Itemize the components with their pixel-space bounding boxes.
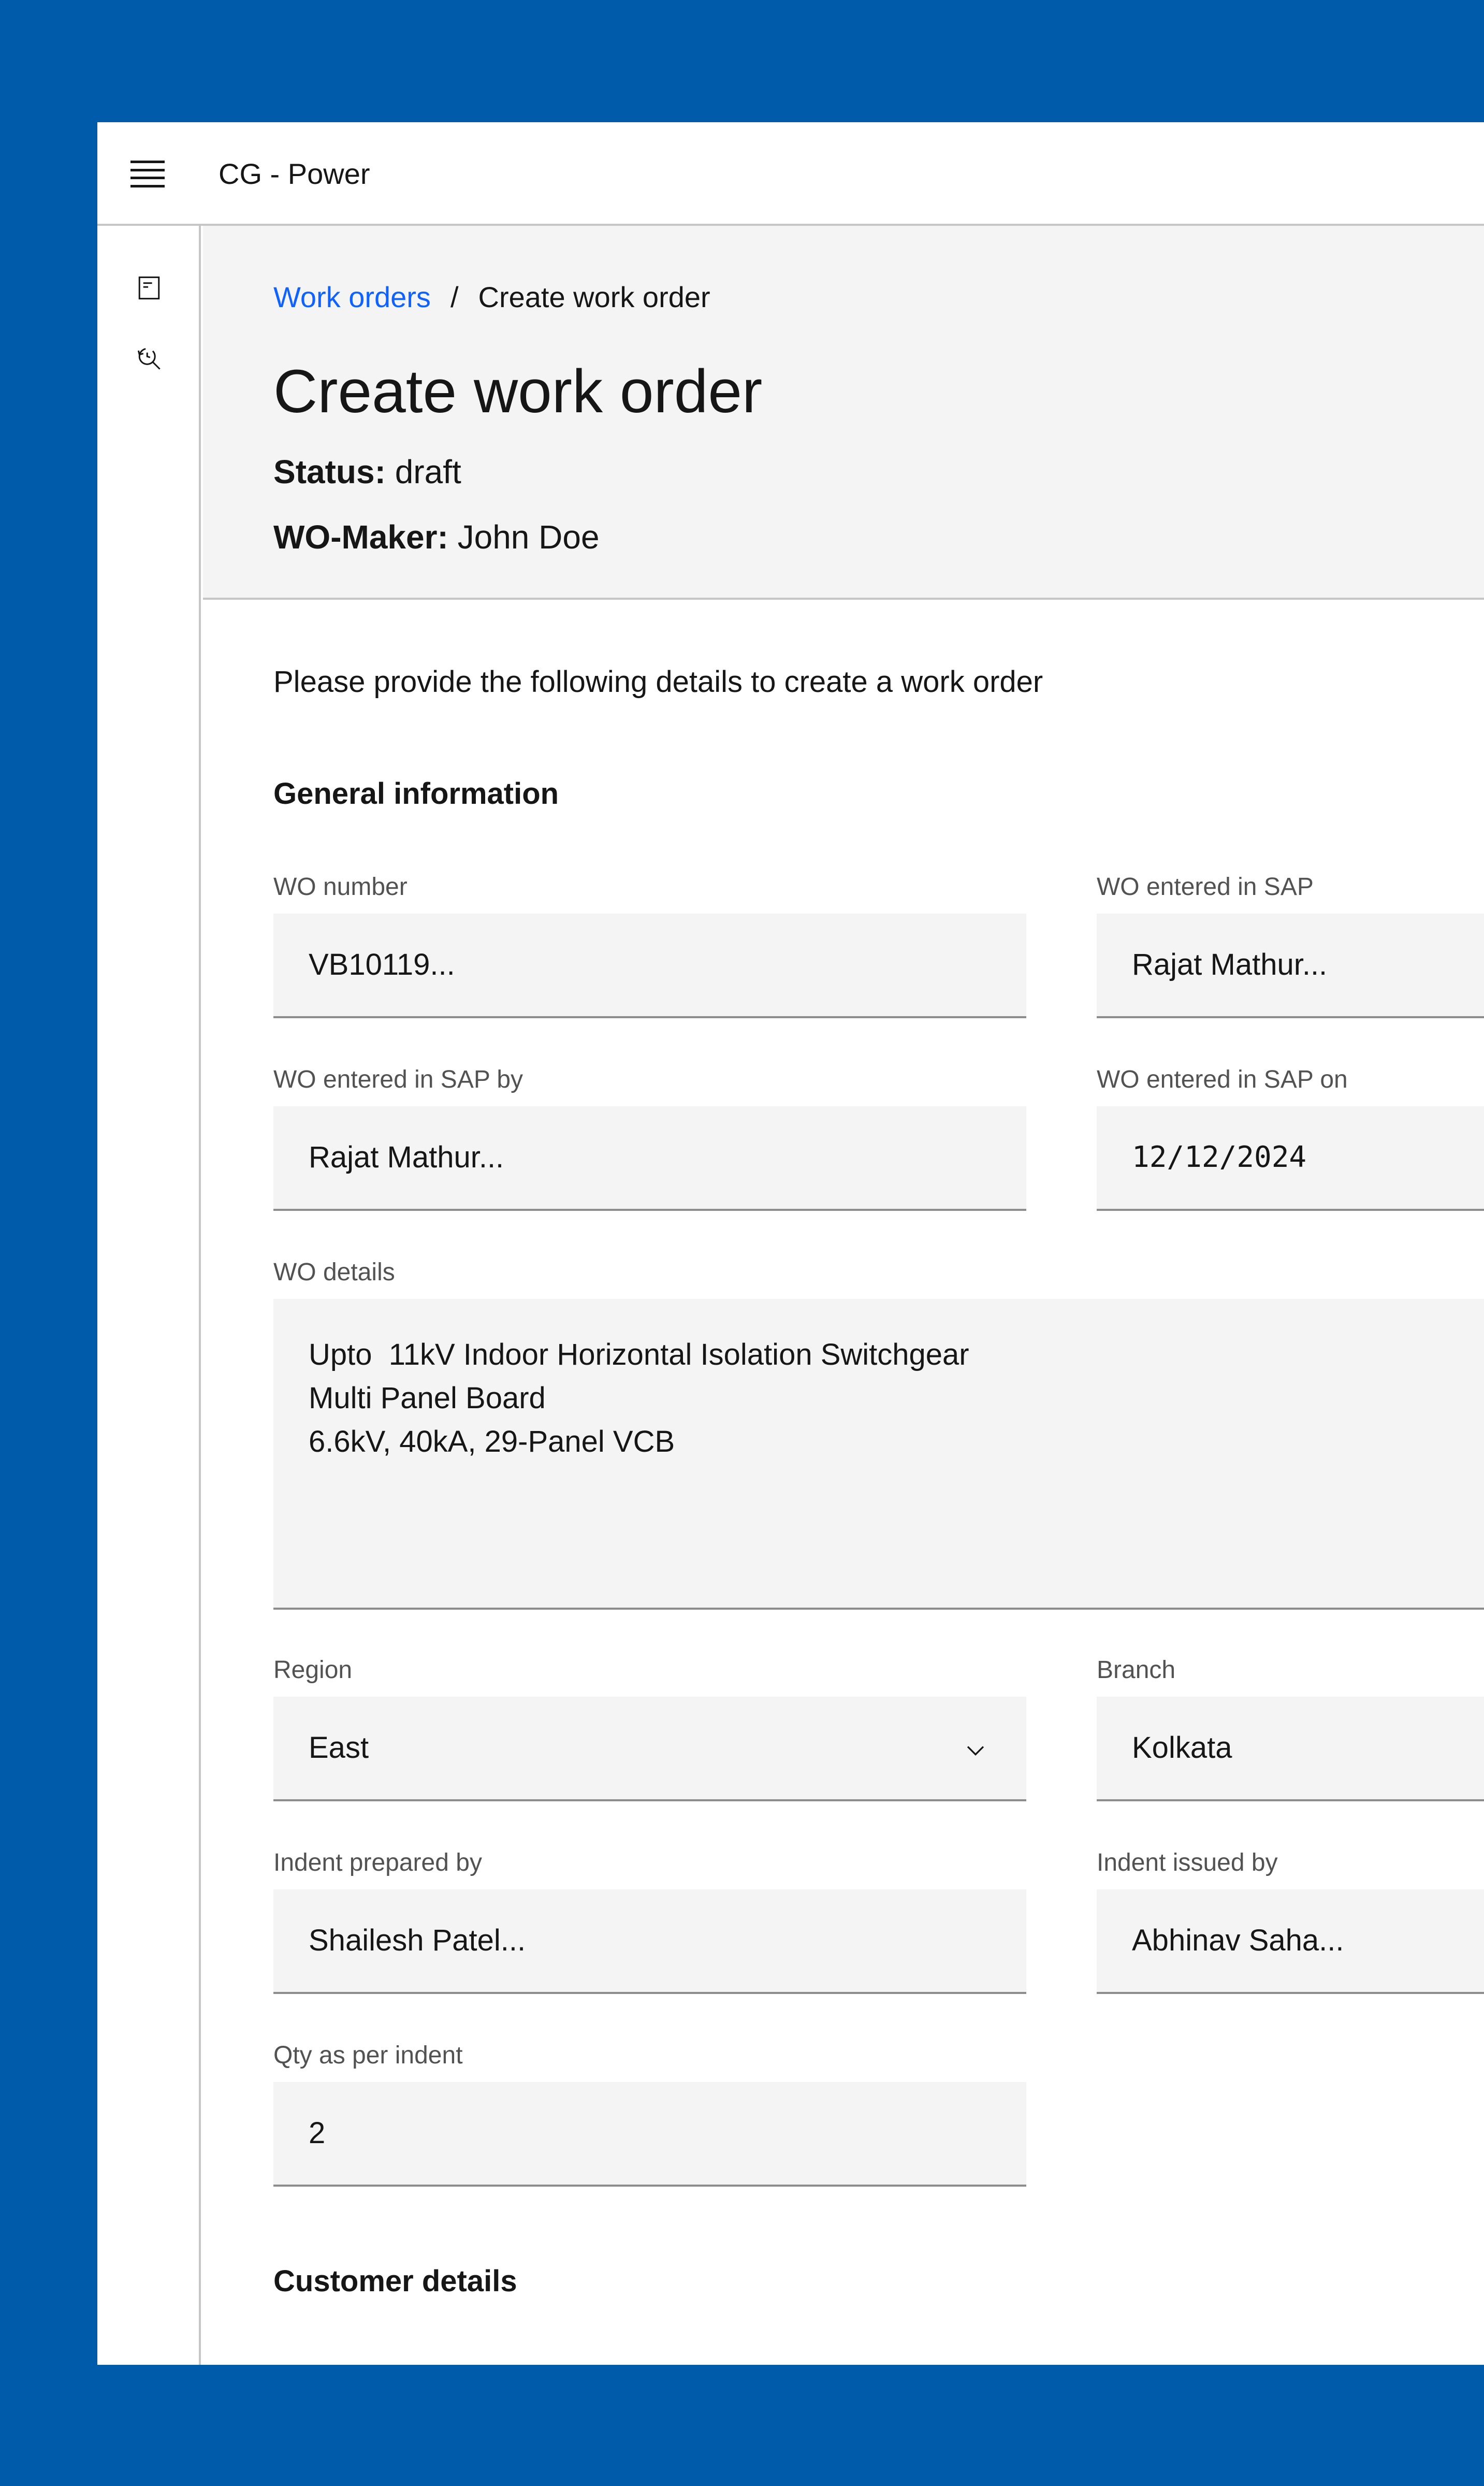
page-title: Create work order bbox=[273, 357, 763, 426]
app-title: CG - Power bbox=[219, 157, 370, 190]
side-rail bbox=[97, 226, 201, 2365]
wo-entered-sap-by-label: WO entered in SAP by bbox=[273, 1066, 523, 1093]
breadcrumb-current: Create work order bbox=[478, 281, 710, 313]
wo-entered-sap-input[interactable]: Rajat Mathur... bbox=[1097, 914, 1484, 1018]
chevron-down-icon[interactable] bbox=[963, 1738, 988, 1763]
wo-maker-label: WO-Maker: bbox=[273, 518, 448, 556]
wo-number-input[interactable]: VB10119... bbox=[273, 914, 1026, 1018]
search-history-icon[interactable] bbox=[134, 343, 165, 374]
top-header-bar: CG - Power bbox=[97, 122, 1484, 226]
wo-entered-sap-on-label: WO entered in SAP on bbox=[1097, 1066, 1348, 1093]
wo-details-line: Multi Panel Board bbox=[309, 1381, 546, 1415]
indent-prepared-by-input[interactable]: Shailesh Patel... bbox=[273, 1889, 1026, 1994]
indent-issued-by-label: Indent issued by bbox=[1097, 1849, 1278, 1876]
status-value: draft bbox=[395, 453, 461, 490]
wo-details-line: 6.6kV, 40kA, 29-Panel VCB bbox=[309, 1425, 675, 1458]
breadcrumb-work-orders-link[interactable]: Work orders bbox=[273, 280, 431, 315]
hamburger-menu-icon[interactable] bbox=[130, 161, 165, 187]
status-line: Status: draft bbox=[273, 452, 461, 492]
region-value: East bbox=[309, 1731, 369, 1765]
wo-entered-sap-by-input[interactable]: Rajat Mathur... bbox=[273, 1106, 1026, 1211]
wo-maker-line: WO-Maker: John Doe bbox=[273, 517, 600, 557]
qty-label: Qty as per indent bbox=[273, 2042, 463, 2069]
form-intro: Please provide the following details to … bbox=[273, 665, 1043, 699]
branch-input[interactable]: Kolkata bbox=[1097, 1697, 1484, 1801]
wo-maker-value: John Doe bbox=[457, 518, 600, 556]
wo-details-line: Upto 11kV Indoor Horizontal Isolation Sw… bbox=[309, 1338, 969, 1371]
form-content: Please provide the following details to … bbox=[203, 602, 1484, 2365]
wo-entered-sap-label: WO entered in SAP bbox=[1097, 873, 1314, 901]
customer-details-title: Customer details bbox=[273, 2264, 517, 2298]
region-select[interactable]: East bbox=[273, 1697, 1026, 1801]
wo-entered-sap-on-date-input[interactable]: 12/12/2024 bbox=[1097, 1106, 1484, 1211]
status-label: Status: bbox=[273, 453, 386, 490]
wo-details-textarea[interactable]: Upto 11kV Indoor Horizontal Isolation Sw… bbox=[273, 1299, 1484, 1610]
page-header: Work orders / Create work order Create w… bbox=[203, 226, 1484, 600]
document-icon[interactable] bbox=[134, 272, 165, 303]
wo-number-label: WO number bbox=[273, 873, 408, 901]
app-window: CG - Power Work orders / Create work ord… bbox=[97, 122, 1484, 2365]
general-information-title: General information bbox=[273, 777, 559, 811]
breadcrumb-separator: / bbox=[450, 281, 459, 313]
breadcrumb: Work orders / Create work order bbox=[273, 280, 710, 315]
region-label: Region bbox=[273, 1656, 353, 1684]
indent-issued-by-input[interactable]: Abhinav Saha... bbox=[1097, 1889, 1484, 1994]
indent-prepared-by-label: Indent prepared by bbox=[273, 1849, 482, 1876]
wo-details-label: WO details bbox=[273, 1259, 395, 1286]
qty-input[interactable]: 2 bbox=[273, 2082, 1026, 2187]
branch-label: Branch bbox=[1097, 1656, 1176, 1684]
